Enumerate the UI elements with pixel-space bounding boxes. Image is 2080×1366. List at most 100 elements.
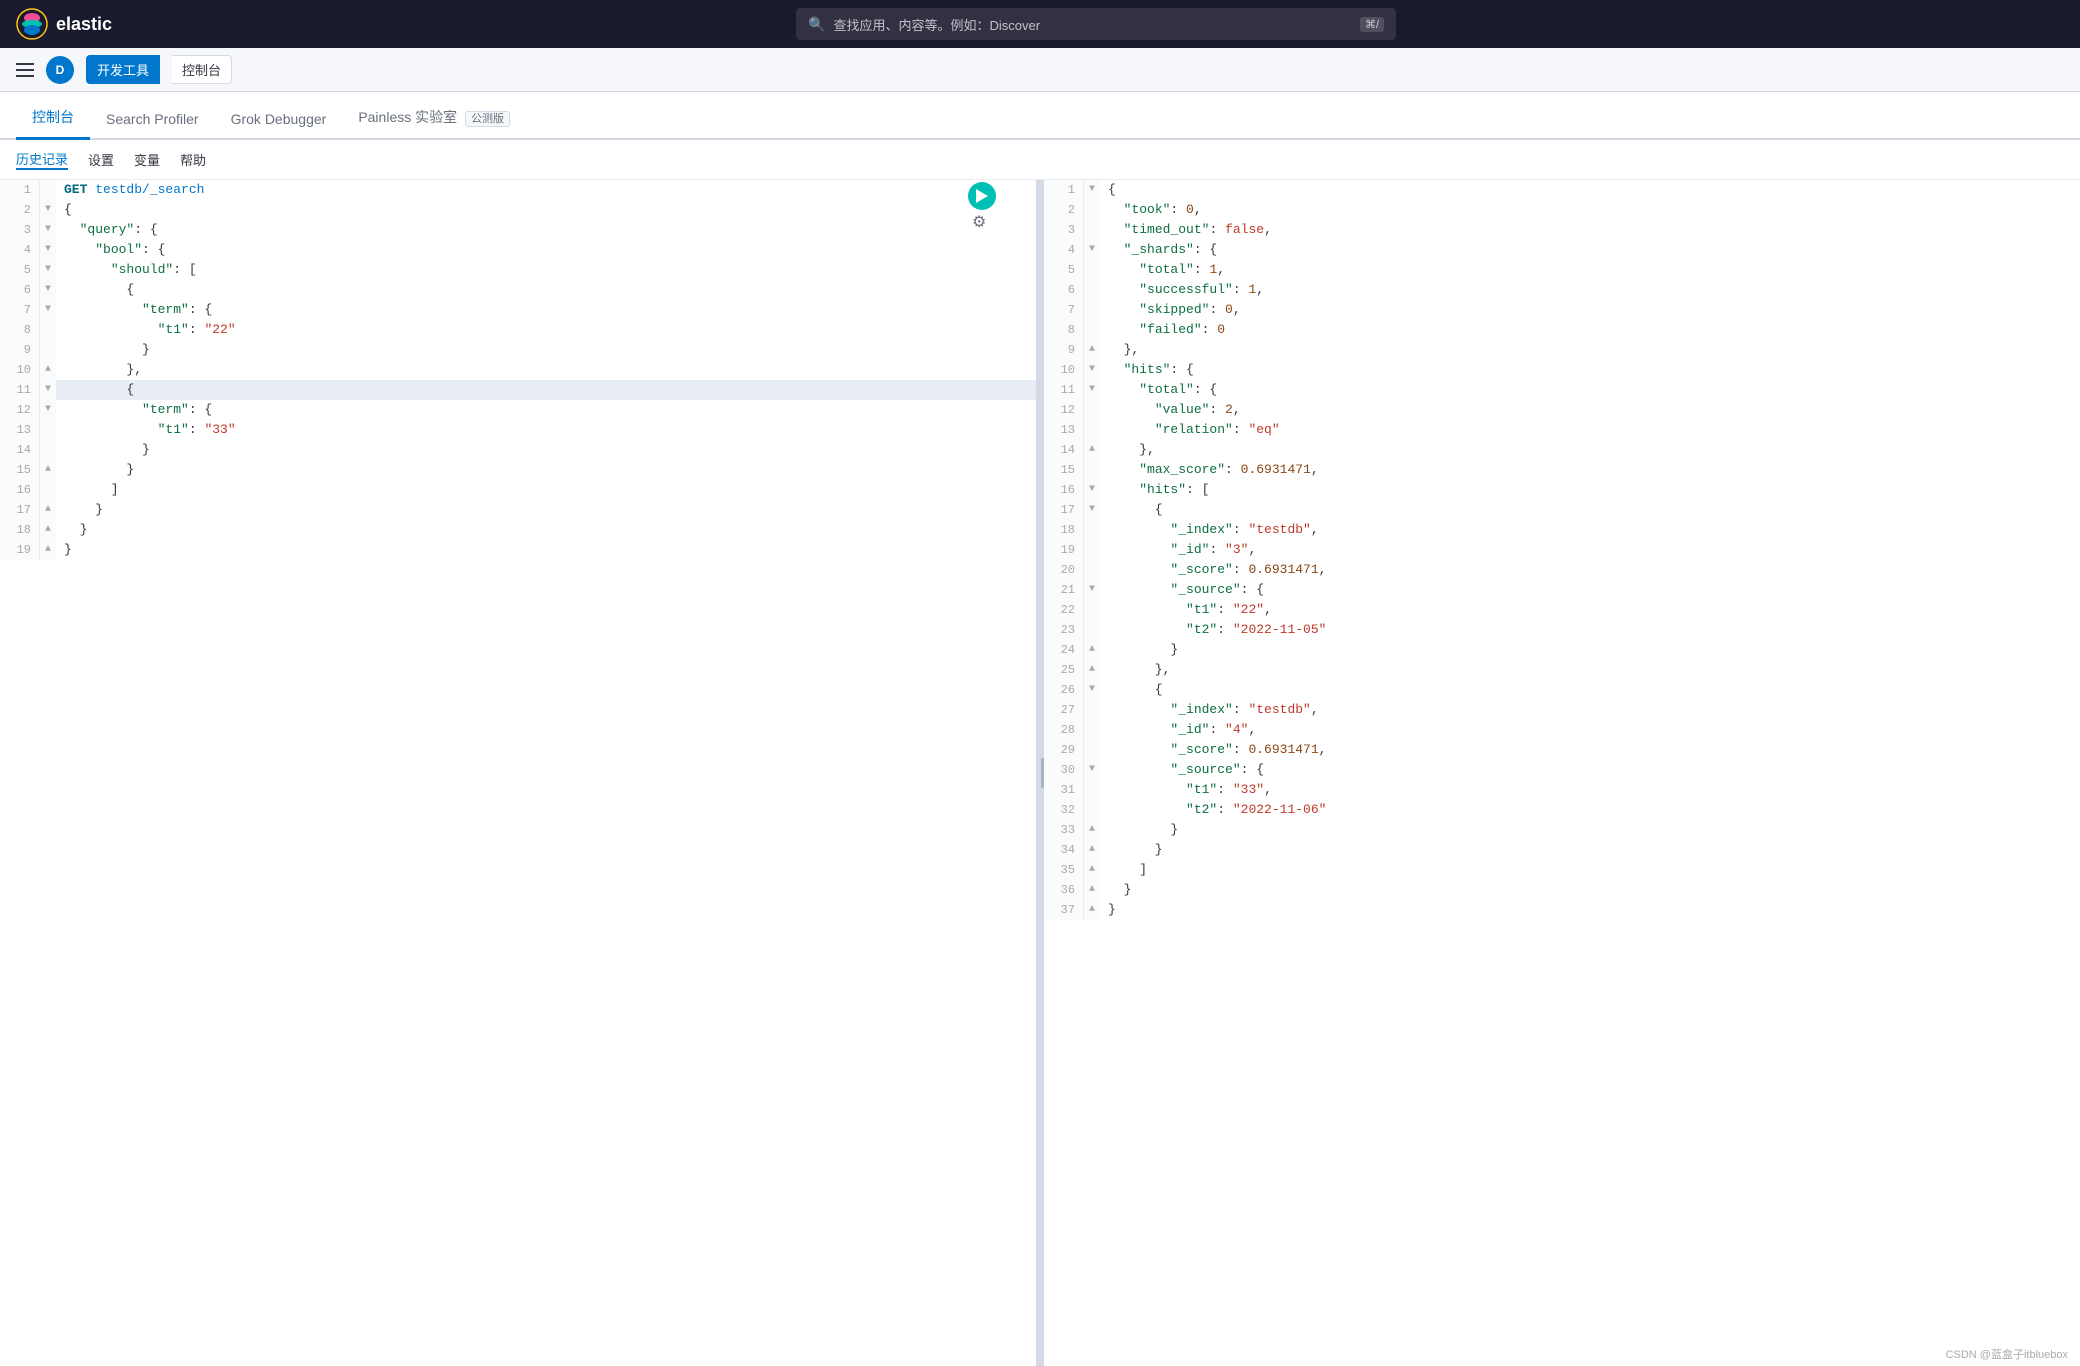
fold-toggle[interactable]: ▼ — [40, 200, 56, 220]
output-line-content: "t2": "2022-11-06" — [1100, 800, 2080, 820]
toolbar-history[interactable]: 历史记录 — [16, 149, 68, 170]
output-fold-toggle[interactable]: ▲ — [1084, 840, 1100, 860]
output-line-content: } — [1100, 840, 2080, 860]
line-content[interactable]: } — [56, 500, 1036, 520]
output-line-content: "total": 1, — [1100, 260, 2080, 280]
line-content[interactable]: "bool": { — [56, 240, 1036, 260]
line-content[interactable]: "t1": "22" — [56, 320, 1036, 340]
tab-search-profiler[interactable]: Search Profiler — [90, 101, 215, 140]
line-content[interactable]: { — [56, 280, 1036, 300]
output-fold-toggle[interactable]: ▼ — [1084, 240, 1100, 260]
line-number: 1 — [0, 180, 40, 200]
fold-toggle[interactable]: ▲ — [40, 500, 56, 520]
fold-toggle[interactable]: ▲ — [40, 360, 56, 380]
fold-toggle[interactable]: ▲ — [40, 540, 56, 560]
line-content[interactable]: } — [56, 340, 1036, 360]
line-content[interactable]: } — [56, 460, 1036, 480]
hamburger-button[interactable] — [16, 63, 34, 77]
line-content[interactable]: }, — [56, 360, 1036, 380]
elastic-text: elastic — [56, 14, 112, 35]
line-content[interactable]: "term": { — [56, 400, 1036, 420]
output-fold-toggle — [1084, 400, 1100, 420]
output-fold-toggle — [1084, 740, 1100, 760]
line-content[interactable]: { — [56, 200, 1036, 220]
output-fold-toggle — [1084, 320, 1100, 340]
line-content[interactable]: "t1": "33" — [56, 420, 1036, 440]
line-content[interactable]: "query": { — [56, 220, 1036, 240]
toolbar-variables[interactable]: 变量 — [134, 150, 160, 169]
fold-toggle — [40, 440, 56, 460]
output-fold-toggle[interactable]: ▼ — [1084, 500, 1100, 520]
output-fold-toggle[interactable]: ▲ — [1084, 660, 1100, 680]
output-fold-toggle[interactable]: ▼ — [1084, 480, 1100, 500]
fold-toggle[interactable]: ▲ — [40, 520, 56, 540]
output-code[interactable]: 1▼{2 "took": 0,3 "timed_out": false,4▼ "… — [1044, 180, 2080, 1366]
fold-toggle[interactable]: ▼ — [40, 400, 56, 420]
output-fold-toggle[interactable]: ▲ — [1084, 340, 1100, 360]
output-line-content: "_id": "3", — [1100, 540, 2080, 560]
output-fold-toggle[interactable]: ▼ — [1084, 360, 1100, 380]
tab-grok-debugger[interactable]: Grok Debugger — [215, 101, 343, 140]
line-content[interactable]: } — [56, 520, 1036, 540]
fold-toggle[interactable]: ▲ — [40, 460, 56, 480]
line-content[interactable]: "term": { — [56, 300, 1036, 320]
fold-toggle — [40, 320, 56, 340]
editor-line: 11▼ { — [0, 380, 1036, 400]
output-line-content: "_source": { — [1100, 580, 2080, 600]
output-fold-toggle[interactable]: ▲ — [1084, 900, 1100, 920]
run-button[interactable] — [968, 182, 996, 210]
line-content[interactable]: GET testdb/_search — [56, 180, 1036, 200]
line-content[interactable]: } — [56, 540, 1036, 560]
output-fold-toggle[interactable]: ▲ — [1084, 640, 1100, 660]
tab-painless[interactable]: Painless 实验室 公测版 — [342, 97, 526, 140]
fold-toggle[interactable]: ▼ — [40, 220, 56, 240]
line-content[interactable]: } — [56, 440, 1036, 460]
output-line: 26▼ { — [1044, 680, 2080, 700]
output-line-number: 29 — [1044, 740, 1084, 760]
fold-toggle[interactable]: ▼ — [40, 300, 56, 320]
output-line: 10▼ "hits": { — [1044, 360, 2080, 380]
line-number: 4 — [0, 240, 40, 260]
output-line-number: 34 — [1044, 840, 1084, 860]
global-search-bar[interactable]: 🔍 查找应用、内容等。例如：Discover ⌘/ — [796, 8, 1396, 40]
output-fold-toggle — [1084, 220, 1100, 240]
output-fold-toggle[interactable]: ▼ — [1084, 580, 1100, 600]
line-content[interactable]: { — [56, 380, 1036, 400]
fold-toggle[interactable]: ▼ — [40, 280, 56, 300]
line-content[interactable]: ] — [56, 480, 1036, 500]
fold-toggle[interactable]: ▼ — [40, 240, 56, 260]
output-fold-toggle[interactable]: ▼ — [1084, 180, 1100, 200]
elastic-logo[interactable]: elastic — [16, 8, 112, 40]
line-content[interactable]: "should": [ — [56, 260, 1036, 280]
output-fold-toggle[interactable]: ▼ — [1084, 380, 1100, 400]
line-number: 11 — [0, 380, 40, 400]
toolbar-help[interactable]: 帮助 — [180, 150, 206, 169]
tools-button[interactable]: ⚙ — [972, 210, 996, 234]
fold-toggle[interactable]: ▼ — [40, 260, 56, 280]
devtools-button[interactable]: 开发工具 — [86, 55, 160, 84]
output-fold-toggle[interactable]: ▲ — [1084, 860, 1100, 880]
output-fold-toggle[interactable]: ▼ — [1084, 680, 1100, 700]
output-line-content: "_source": { — [1100, 760, 2080, 780]
fold-toggle[interactable]: ▼ — [40, 380, 56, 400]
code-editor[interactable]: 1GET testdb/_search2▼{3▼ "query": {4▼ "b… — [0, 180, 1036, 1366]
output-line-number: 2 — [1044, 200, 1084, 220]
output-line-number: 27 — [1044, 700, 1084, 720]
play-icon — [976, 189, 988, 203]
output-line-number: 25 — [1044, 660, 1084, 680]
output-line-number: 24 — [1044, 640, 1084, 660]
toolbar-settings[interactable]: 设置 — [88, 150, 114, 169]
tab-console[interactable]: 控制台 — [16, 97, 90, 140]
editor-line: 5▼ "should": [ — [0, 260, 1036, 280]
output-fold-toggle — [1084, 800, 1100, 820]
output-line: 30▼ "_source": { — [1044, 760, 2080, 780]
output-fold-toggle[interactable]: ▲ — [1084, 880, 1100, 900]
output-fold-toggle[interactable]: ▼ — [1084, 760, 1100, 780]
output-fold-toggle[interactable]: ▲ — [1084, 820, 1100, 840]
output-line: 32 "t2": "2022-11-06" — [1044, 800, 2080, 820]
output-line-number: 30 — [1044, 760, 1084, 780]
user-avatar[interactable]: D — [46, 56, 74, 84]
console-button[interactable]: 控制台 — [172, 55, 232, 84]
line-number: 6 — [0, 280, 40, 300]
output-fold-toggle[interactable]: ▲ — [1084, 440, 1100, 460]
